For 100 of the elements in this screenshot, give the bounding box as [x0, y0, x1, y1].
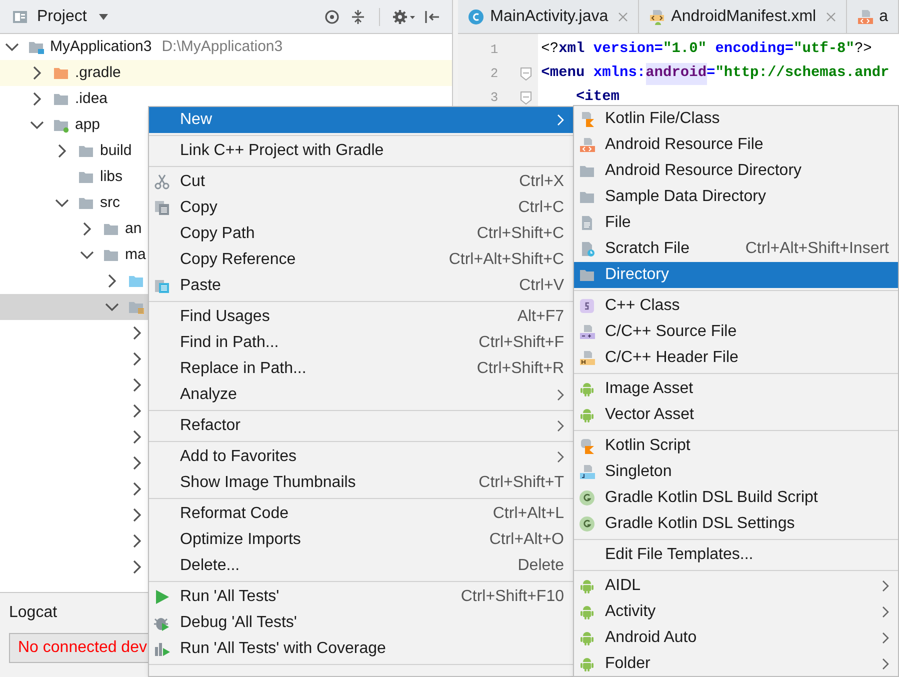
menu-item[interactable]: Add to Favorites	[149, 444, 573, 470]
class-icon	[579, 298, 595, 314]
menu-item[interactable]: Android Auto	[574, 625, 898, 651]
menu-item[interactable]: Copy Ctrl+C	[149, 195, 573, 221]
menu-item[interactable]: Delete... Delete	[149, 553, 573, 579]
chevron-down-icon[interactable]	[104, 302, 120, 312]
paste-icon	[154, 278, 170, 294]
hide-panel-icon[interactable]	[424, 8, 440, 24]
chevron-down-icon[interactable]	[29, 120, 45, 130]
menu-item[interactable]: Debug 'All Tests'	[149, 610, 573, 636]
menu-item[interactable]: Image Asset	[574, 376, 898, 402]
java-file-icon	[579, 464, 595, 480]
manifest-file-icon	[649, 8, 666, 24]
menu-item[interactable]: Directory	[574, 262, 898, 288]
code-line: <item	[574, 88, 620, 108]
scratch-file-icon	[579, 241, 595, 257]
menu-item[interactable]: C/C++ Source File	[574, 319, 898, 345]
header-file-icon	[579, 350, 595, 366]
run-icon	[154, 589, 170, 605]
copy-icon	[154, 200, 170, 216]
folder-icon	[128, 299, 144, 315]
kotlin-file-icon	[579, 111, 595, 127]
folder-icon	[53, 91, 69, 107]
bug-icon	[154, 615, 170, 631]
gradle-icon	[579, 490, 595, 506]
menu-item[interactable]: Copy Path Ctrl+Shift+C	[149, 221, 573, 247]
menu-item[interactable]: Cut Ctrl+X	[149, 169, 573, 195]
menu-item[interactable]: Singleton	[574, 459, 898, 485]
fold-marker-icon[interactable]	[520, 67, 532, 81]
panel-title[interactable]: Project	[37, 4, 87, 28]
menu-item[interactable]: Reformat Code Ctrl+Alt+L	[149, 501, 573, 527]
menu-item[interactable]: Run 'All Tests' Ctrl+Shift+F10	[149, 584, 573, 610]
menu-item[interactable]: Refactor	[149, 413, 573, 439]
folder-icon	[579, 267, 595, 283]
menu-item[interactable]: File	[574, 210, 898, 236]
gradle-icon	[579, 516, 595, 532]
menu-item[interactable]: C/C++ Header File	[574, 345, 898, 371]
folder-icon	[103, 247, 119, 263]
chevron-down-icon[interactable]	[54, 198, 70, 208]
locate-icon[interactable]	[324, 8, 340, 24]
menu-item[interactable]: Show Image Thumbnails Ctrl+Shift+T	[149, 470, 573, 496]
menu-item[interactable]: New	[149, 107, 573, 133]
chevron-down-icon[interactable]	[79, 250, 95, 260]
menu-item[interactable]: C++ Class	[574, 293, 898, 319]
android-icon	[579, 578, 595, 594]
device-status: No connected dev	[18, 638, 147, 658]
android-icon	[579, 407, 595, 423]
chevron-down-icon[interactable]	[4, 42, 20, 52]
folder-icon	[128, 273, 144, 289]
gear-icon[interactable]	[392, 8, 416, 24]
menu-item[interactable]: Folder	[574, 651, 898, 676]
menu-item[interactable]: Gradle Kotlin DSL Build Script	[574, 485, 898, 511]
project-path: D:\MyApplication3	[162, 36, 283, 57]
tree-item-label[interactable]: libs	[100, 166, 123, 188]
menu-item[interactable]: Optimize Imports Ctrl+Alt+O	[149, 527, 573, 553]
dropdown-caret-icon[interactable]	[98, 14, 108, 20]
coverage-icon	[154, 641, 170, 657]
tree-item-label[interactable]: MyApplication3	[50, 36, 152, 58]
tree-item-label[interactable]: ma	[125, 244, 146, 266]
class-icon	[468, 8, 484, 24]
menu-item[interactable]: Vector Asset	[574, 402, 898, 428]
folder-icon	[78, 143, 94, 159]
folder-icon	[579, 163, 595, 179]
menu-item[interactable]: Copy Reference Ctrl+Alt+Shift+C	[149, 247, 573, 273]
code-line: <menu xmlns:android="http://schemas.andr	[538, 62, 899, 86]
menu-item[interactable]: Scratch File Ctrl+Alt+Shift+Insert	[574, 236, 898, 262]
tree-item-label[interactable]: app	[75, 114, 100, 136]
tree-item-label[interactable]: src	[100, 192, 120, 214]
tree-item-label[interactable]: .gradle	[75, 62, 121, 84]
android-icon	[579, 656, 595, 672]
menu-item[interactable]: Replace in Path... Ctrl+Shift+R	[149, 356, 573, 382]
menu-item[interactable]: Link C++ Project with Gradle	[149, 138, 573, 164]
menu-item[interactable]: Edit File Templates...	[574, 542, 898, 568]
menu-item[interactable]: Android Resource Directory	[574, 158, 898, 184]
tree-item-label[interactable]: build	[100, 140, 132, 162]
kotlin-script-icon	[579, 438, 595, 454]
tree-item-label[interactable]: an	[125, 218, 142, 240]
menu-item[interactable]: Kotlin Script	[574, 433, 898, 459]
project-icon	[12, 8, 28, 24]
folder-icon	[78, 195, 94, 211]
tree-item-label[interactable]: .idea	[75, 88, 108, 110]
android-icon	[579, 630, 595, 646]
folder-icon	[28, 39, 44, 55]
menu-item[interactable]: AIDL	[574, 573, 898, 599]
android-icon	[579, 381, 595, 397]
menu-item[interactable]: Kotlin File/Class	[574, 106, 898, 132]
menu-item[interactable]: Analyze	[149, 382, 573, 408]
menu-item[interactable]: Sample Data Directory	[574, 184, 898, 210]
menu-item[interactable]: Run 'All Tests' with Coverage	[149, 636, 573, 662]
menu-item[interactable]: Gradle Kotlin DSL Settings	[574, 511, 898, 537]
collapse-all-icon[interactable]	[351, 8, 366, 24]
menu-item[interactable]: Activity	[574, 599, 898, 625]
fold-marker-icon[interactable]	[520, 91, 532, 105]
tree-row[interactable]: .gradle	[0, 60, 452, 86]
menu-item[interactable]: Find in Path... Ctrl+Shift+F	[149, 330, 573, 356]
source-file-icon	[579, 324, 595, 340]
menu-item[interactable]: Find Usages Alt+F7	[149, 304, 573, 330]
line-number: 3	[489, 89, 498, 108]
menu-item[interactable]: Paste Ctrl+V	[149, 273, 573, 299]
menu-item[interactable]: Android Resource File	[574, 132, 898, 158]
